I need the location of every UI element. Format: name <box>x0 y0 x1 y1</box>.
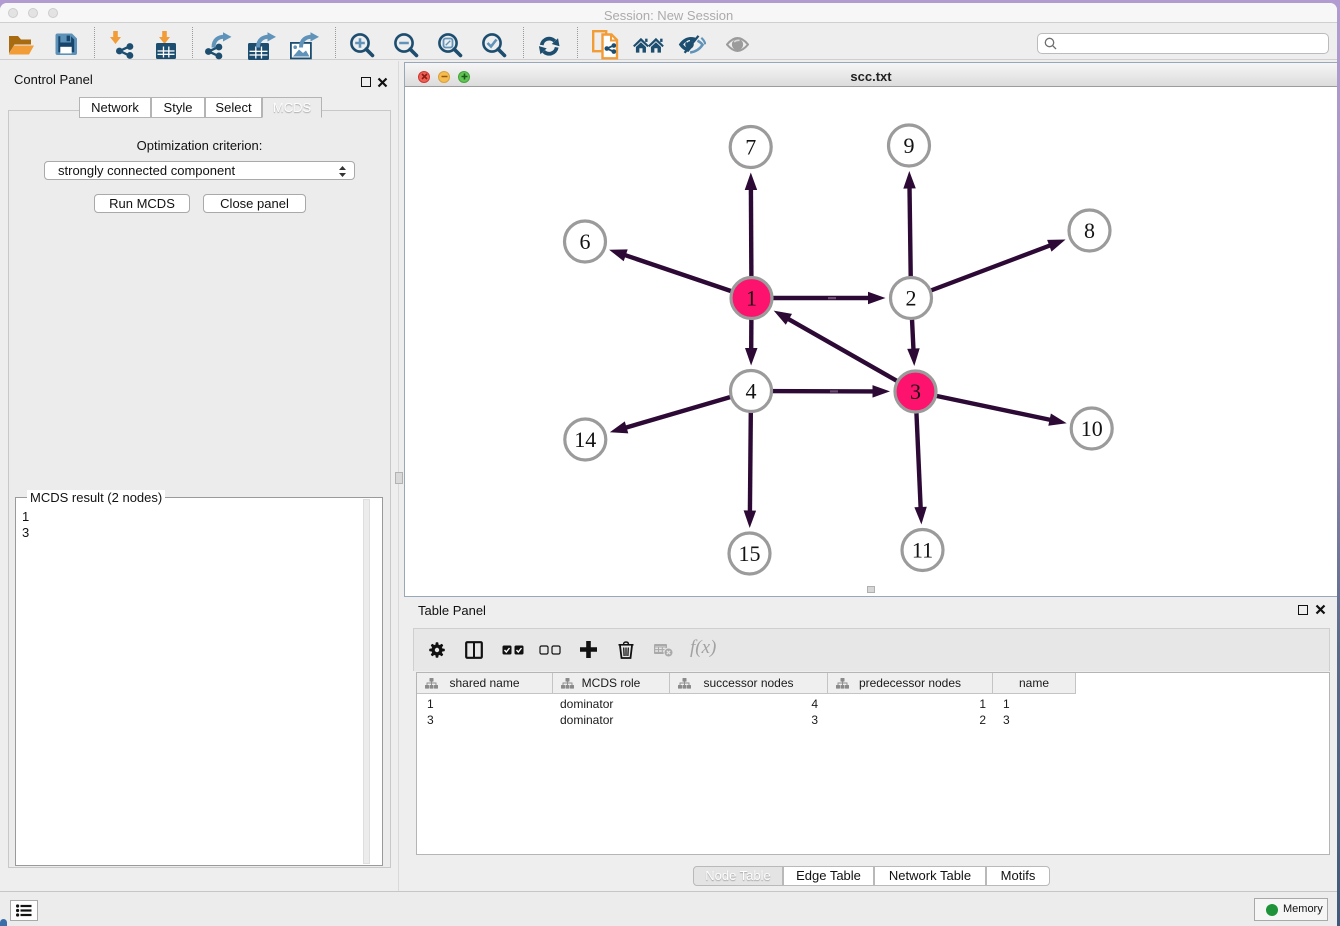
svg-text:14: 14 <box>574 427 596 452</box>
svg-text:15: 15 <box>739 541 761 566</box>
svg-text:10: 10 <box>1081 416 1103 441</box>
svg-text:8: 8 <box>1084 218 1095 243</box>
svg-text:7: 7 <box>745 135 756 160</box>
svg-text:6: 6 <box>580 229 591 254</box>
svg-text:1: 1 <box>746 286 757 311</box>
svg-text:4: 4 <box>746 379 757 404</box>
svg-text:2: 2 <box>906 286 917 311</box>
svg-text:11: 11 <box>912 538 933 563</box>
svg-text:9: 9 <box>904 133 915 158</box>
svg-text:3: 3 <box>910 379 921 404</box>
